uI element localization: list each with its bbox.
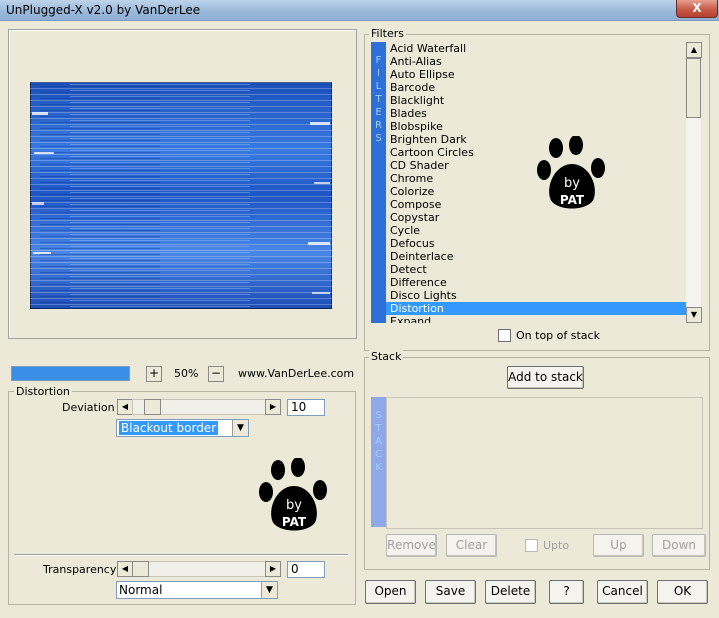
filter-list-item[interactable]: Acid Waterfall	[386, 42, 686, 55]
blend-mode-value: Normal	[119, 583, 163, 597]
sidebar-letter: C	[375, 449, 382, 460]
filter-list-item[interactable]: Deinterlace	[386, 250, 686, 263]
on-top-of-stack-label[interactable]: On top of stack	[516, 329, 600, 342]
sidebar-letter: S	[375, 410, 382, 421]
remove-button[interactable]: Remove	[386, 534, 437, 557]
chevron-down-icon[interactable]: ▼	[261, 582, 277, 598]
paw-logo: by PAT	[537, 136, 605, 209]
filter-list-item[interactable]: Barcode	[386, 81, 686, 94]
sidebar-letter: I	[377, 68, 380, 79]
filter-list-item[interactable]: Anti-Alias	[386, 55, 686, 68]
stack-list[interactable]	[386, 397, 703, 529]
filter-list-item[interactable]: Distortion	[386, 302, 686, 315]
deviation-slider-thumb[interactable]	[144, 399, 161, 415]
on-top-of-stack-checkbox[interactable]	[498, 329, 511, 342]
clear-button[interactable]: Clear	[446, 534, 497, 557]
blend-mode-select[interactable]: Normal ▼	[116, 581, 278, 599]
stack-sidebar: STACK	[371, 397, 386, 527]
scroll-thumb[interactable]	[686, 58, 701, 118]
transparency-left-arrow[interactable]: ◀	[117, 561, 133, 577]
upto-label[interactable]: Upto	[543, 539, 569, 552]
zoom-in-button[interactable]: +	[146, 366, 162, 382]
transparency-slider-track[interactable]	[132, 561, 266, 577]
filter-list-item[interactable]: Expand	[386, 315, 686, 323]
transparency-value-field[interactable]: 0	[287, 561, 325, 578]
filters-sidebar-letters: FILTERS	[371, 54, 386, 145]
upto-checkbox[interactable]	[525, 539, 538, 552]
filter-list-item[interactable]: Detect	[386, 263, 686, 276]
sidebar-letter: T	[375, 423, 382, 434]
divider	[14, 554, 348, 556]
transparency-slider-thumb[interactable]	[132, 561, 149, 577]
sidebar-letter: E	[375, 107, 382, 118]
preview-image[interactable]	[30, 82, 332, 309]
zoom-level: 50%	[174, 367, 199, 380]
filter-list-item[interactable]: Blacklight	[386, 94, 686, 107]
paw-logo: by PAT	[259, 458, 327, 531]
logo-pat-text: PAT	[560, 193, 585, 207]
transparency-label: Transparency	[43, 563, 117, 576]
down-button[interactable]: Down	[652, 534, 706, 557]
deviation-right-arrow[interactable]: ▶	[265, 399, 281, 415]
deviation-value-field[interactable]: 10	[287, 399, 325, 416]
deviation-label: Deviation	[62, 401, 115, 414]
title-bar[interactable]: UnPlugged-X v2.0 by VanDerLee X	[0, 0, 719, 21]
preview-panel	[8, 29, 357, 339]
sidebar-letter: S	[375, 133, 382, 144]
sidebar-letter: A	[375, 436, 382, 447]
filter-list-item[interactable]: Blobspike	[386, 120, 686, 133]
mode-select[interactable]: Blackout border ▼	[116, 419, 249, 437]
filter-settings-title: Distortion	[14, 385, 72, 398]
sidebar-letter: T	[375, 94, 382, 105]
filter-list-item[interactable]: Blades	[386, 107, 686, 120]
filter-list-scrollbar[interactable]: ▲ ▼	[686, 42, 702, 323]
window-title: UnPlugged-X v2.0 by VanDerLee	[6, 3, 201, 17]
stack-title: Stack	[369, 350, 404, 363]
deviation-left-arrow[interactable]: ◀	[117, 399, 133, 415]
filter-list-item[interactable]: Auto Ellipse	[386, 68, 686, 81]
open-button[interactable]: Open	[365, 580, 416, 604]
scroll-up-arrow[interactable]: ▲	[686, 42, 702, 58]
logo-by-text: by	[564, 176, 580, 191]
chevron-down-icon[interactable]: ▼	[232, 420, 248, 436]
help-button[interactable]: ?	[549, 580, 584, 604]
cancel-button[interactable]: Cancel	[597, 580, 648, 604]
stack-sidebar-letters: STACK	[371, 409, 386, 474]
filters-title: Filters	[369, 27, 406, 40]
close-button[interactable]: X	[676, 0, 718, 18]
sidebar-letter: F	[375, 55, 382, 66]
filters-sidebar: FILTERS	[371, 42, 386, 323]
ok-button[interactable]: OK	[657, 580, 708, 604]
progress-bar	[11, 366, 130, 381]
mode-select-value: Blackout border	[119, 421, 219, 435]
save-button[interactable]: Save	[425, 580, 476, 604]
sidebar-letter: R	[375, 120, 382, 131]
logo-by-text: by	[286, 498, 302, 513]
filter-list-item[interactable]: Defocus	[386, 237, 686, 250]
logo-pat-text: PAT	[282, 515, 307, 529]
filter-list-item[interactable]: Cycle	[386, 224, 686, 237]
sidebar-letter: L	[375, 81, 382, 92]
sidebar-letter: K	[375, 462, 382, 473]
transparency-right-arrow[interactable]: ▶	[265, 561, 281, 577]
delete-button[interactable]: Delete	[485, 580, 536, 604]
add-to-stack-button[interactable]: Add to stack	[507, 366, 584, 389]
zoom-out-button[interactable]: −	[208, 366, 224, 382]
filter-list-item[interactable]: Disco Lights	[386, 289, 686, 302]
website-link[interactable]: www.VanDerLee.com	[238, 367, 354, 380]
filter-list-item[interactable]: Difference	[386, 276, 686, 289]
scroll-down-arrow[interactable]: ▼	[686, 307, 702, 323]
up-button[interactable]: Up	[593, 534, 644, 557]
